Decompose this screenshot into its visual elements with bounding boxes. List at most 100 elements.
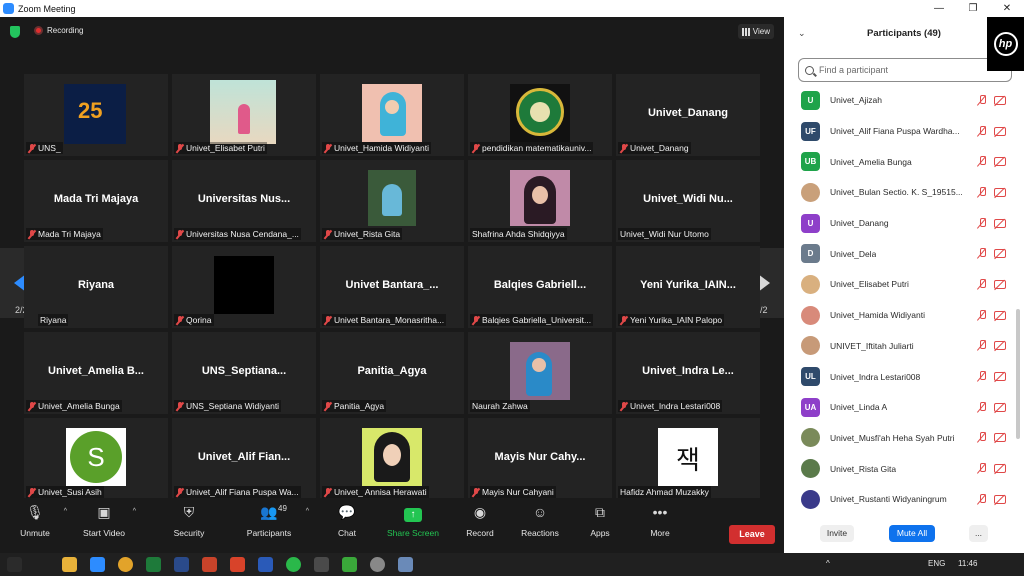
participant-tile[interactable]: Univet_Indra Le... Univet_Indra Lestari0… bbox=[616, 332, 760, 414]
media-icon[interactable] bbox=[314, 557, 329, 572]
windows-start-icon[interactable] bbox=[7, 557, 22, 572]
participant-row[interactable]: Univet_Rista Gita bbox=[784, 453, 1016, 484]
participant-tile[interactable]: 25 UNS_ bbox=[24, 74, 168, 156]
caret-up-icon[interactable]: ^ bbox=[133, 508, 136, 515]
chat-button[interactable]: 💬 Chat bbox=[317, 502, 377, 538]
participant-tile[interactable]: Univet_Elisabet Putri bbox=[172, 74, 316, 156]
encryption-shield-icon[interactable] bbox=[10, 26, 20, 38]
tile-name: UNS_ bbox=[38, 143, 61, 153]
caret-up-icon[interactable]: ^ bbox=[306, 508, 309, 515]
paint-icon[interactable] bbox=[398, 557, 413, 572]
participant-row[interactable]: U Univet_Danang bbox=[784, 208, 1016, 239]
participant-photo bbox=[362, 84, 422, 142]
tile-name: Univet_Amelia Bunga bbox=[38, 401, 120, 411]
security-button[interactable]: ⛨ Security bbox=[159, 502, 219, 538]
tile-label-plain: Hafidz Ahmad Muzakky bbox=[618, 486, 711, 498]
app-icon[interactable] bbox=[342, 557, 357, 572]
participant-tile[interactable]: UNS_Septiana... UNS_Septiana Widiyanti bbox=[172, 332, 316, 414]
whatsapp-icon[interactable] bbox=[286, 557, 301, 572]
muted-mic-icon bbox=[472, 315, 480, 325]
participant-row[interactable]: UL Univet_Indra Lestari008 bbox=[784, 361, 1016, 392]
participant-row[interactable]: Univet_Musfi'ah Heha Syah Putri bbox=[784, 423, 1016, 454]
participant-row[interactable]: Univet_Elisabet Putri bbox=[784, 269, 1016, 300]
participant-tile[interactable]: pendidikan matematikauniv... bbox=[468, 74, 612, 156]
participant-tile[interactable]: Qorina bbox=[172, 246, 316, 328]
maximize-button[interactable]: ❐ bbox=[956, 0, 990, 17]
participant-tile[interactable]: Mada Tri Majaya Mada Tri Majaya bbox=[24, 160, 168, 242]
participant-tile[interactable]: Univet Bantara_... Univet Bantara_Monasr… bbox=[320, 246, 464, 328]
participant-tile[interactable]: Univet_Widi Nu... Univet_Widi Nur Utomo bbox=[616, 160, 760, 242]
share-screen-label: Share Screen bbox=[387, 528, 439, 538]
clock[interactable]: 11:46 bbox=[958, 559, 977, 568]
tile-name: Univet_Danang bbox=[630, 143, 689, 153]
participants-button[interactable]: 👥 49 ^ Participants bbox=[239, 502, 309, 538]
video-gallery: 25 UNS_ Univet_Elisabet Putri Univet_Ham… bbox=[24, 57, 760, 500]
participant-tile[interactable]: Univet_Amelia B... Univet_Amelia Bunga bbox=[24, 332, 168, 414]
participant-tile[interactable]: S Univet_Susi Asih bbox=[24, 418, 168, 500]
panel-scrollbar[interactable] bbox=[1016, 309, 1020, 439]
participant-row[interactable]: UB Univet_Amelia Bunga bbox=[784, 146, 1016, 177]
unmute-button[interactable]: 🎙 ^ Unmute bbox=[5, 502, 67, 538]
participant-tile[interactable]: Shafrina Ahda Shidqiyya bbox=[468, 160, 612, 242]
powerpoint-icon[interactable] bbox=[202, 557, 217, 572]
muted-mic-icon bbox=[620, 315, 628, 325]
share-screen-button[interactable]: ↑ Share Screen bbox=[383, 502, 443, 538]
participant-tile[interactable]: Riyana Riyana bbox=[24, 246, 168, 328]
participant-row[interactable]: D Univet_Dela bbox=[784, 238, 1016, 269]
participant-tile[interactable]: 잭 Hafidz Ahmad Muzakky bbox=[616, 418, 760, 500]
participant-tile[interactable]: Balqies Gabriell... Balqies Gabriella_Un… bbox=[468, 246, 612, 328]
participant-row[interactable]: U Univet_Ajizah bbox=[784, 85, 1016, 116]
minimize-button[interactable]: — bbox=[922, 0, 956, 17]
caret-up-icon[interactable]: ^ bbox=[64, 508, 67, 515]
reactions-button[interactable]: ☺ Reactions bbox=[510, 502, 570, 538]
mute-all-button[interactable]: Mute All bbox=[889, 525, 935, 542]
participant-search-input[interactable] bbox=[819, 65, 999, 75]
start-video-button[interactable]: ▣ ^ Start Video bbox=[74, 502, 136, 538]
invite-button[interactable]: Invite bbox=[820, 525, 854, 542]
view-button[interactable]: View bbox=[737, 24, 774, 39]
participant-tile[interactable]: Naurah Zahwa bbox=[468, 332, 612, 414]
excel-icon[interactable] bbox=[146, 557, 161, 572]
participant-row[interactable]: UF Univet_Alif Fiana Puspa Wardha... bbox=[784, 116, 1016, 147]
participant-tile[interactable]: Panitia_Agya Panitia_Agya bbox=[320, 332, 464, 414]
close-button[interactable]: ✕ bbox=[990, 0, 1024, 17]
participant-photo bbox=[210, 80, 276, 144]
word-icon[interactable] bbox=[258, 557, 273, 572]
participant-row[interactable]: Univet_Rustanti Widyaningrum bbox=[784, 484, 1016, 515]
pdf-icon[interactable] bbox=[230, 557, 245, 572]
participant-tile[interactable]: Univet_Alif Fian... Univet_Alif Fiana Pu… bbox=[172, 418, 316, 500]
participant-row[interactable]: Univet_Bulan Sectio. K. S_19515... bbox=[784, 177, 1016, 208]
participant-row[interactable]: UA Univet_Linda A bbox=[784, 392, 1016, 423]
language-indicator[interactable]: ENG bbox=[928, 559, 945, 568]
participant-tile[interactable]: Univet_ Annisa Herawati bbox=[320, 418, 464, 500]
tray-chevron-icon[interactable]: ^ bbox=[826, 559, 830, 568]
recording-indicator[interactable]: Recording bbox=[34, 26, 83, 35]
panel-more-button[interactable]: ... bbox=[969, 525, 988, 542]
file-explorer-icon[interactable] bbox=[62, 557, 77, 572]
zoom-taskbar-icon[interactable] bbox=[90, 557, 105, 572]
video-off-icon bbox=[994, 464, 1006, 474]
participant-tile[interactable]: Universitas Nus... Universitas Nusa Cend… bbox=[172, 160, 316, 242]
muted-mic-icon bbox=[977, 186, 987, 198]
participant-tile[interactable]: Univet_Hamida Widiyanti bbox=[320, 74, 464, 156]
participant-search[interactable] bbox=[798, 58, 1012, 82]
store-icon[interactable] bbox=[174, 557, 189, 572]
participant-photo bbox=[368, 170, 416, 226]
tile-name: Univet Bantara_Monasritha... bbox=[334, 315, 445, 325]
search-icon[interactable] bbox=[33, 557, 48, 572]
participant-tile[interactable]: Univet_Rista Gita bbox=[320, 160, 464, 242]
record-button[interactable]: ◉ Record bbox=[450, 502, 510, 538]
participant-row[interactable]: UNIVET_Iftitah Juliarti bbox=[784, 331, 1016, 362]
chat-label: Chat bbox=[338, 528, 356, 538]
tile-name: Univet_Widi Nur Utomo bbox=[620, 229, 709, 239]
chrome-icon[interactable] bbox=[118, 557, 133, 572]
participant-tile[interactable]: Univet_Danang Univet_Danang bbox=[616, 74, 760, 156]
camera-icon[interactable] bbox=[370, 557, 385, 572]
recording-dot-icon bbox=[34, 26, 43, 35]
more-button[interactable]: ••• More bbox=[630, 502, 690, 538]
participant-tile[interactable]: Mayis Nur Cahy... Mayis Nur Cahyani bbox=[468, 418, 612, 500]
participant-tile[interactable]: Yeni Yurika_IAIN... Yeni Yurika_IAIN Pal… bbox=[616, 246, 760, 328]
leave-button[interactable]: Leave bbox=[729, 525, 775, 544]
participant-row[interactable]: Univet_Hamida Widiyanti bbox=[784, 300, 1016, 331]
apps-button[interactable]: ⧉ Apps bbox=[570, 502, 630, 538]
